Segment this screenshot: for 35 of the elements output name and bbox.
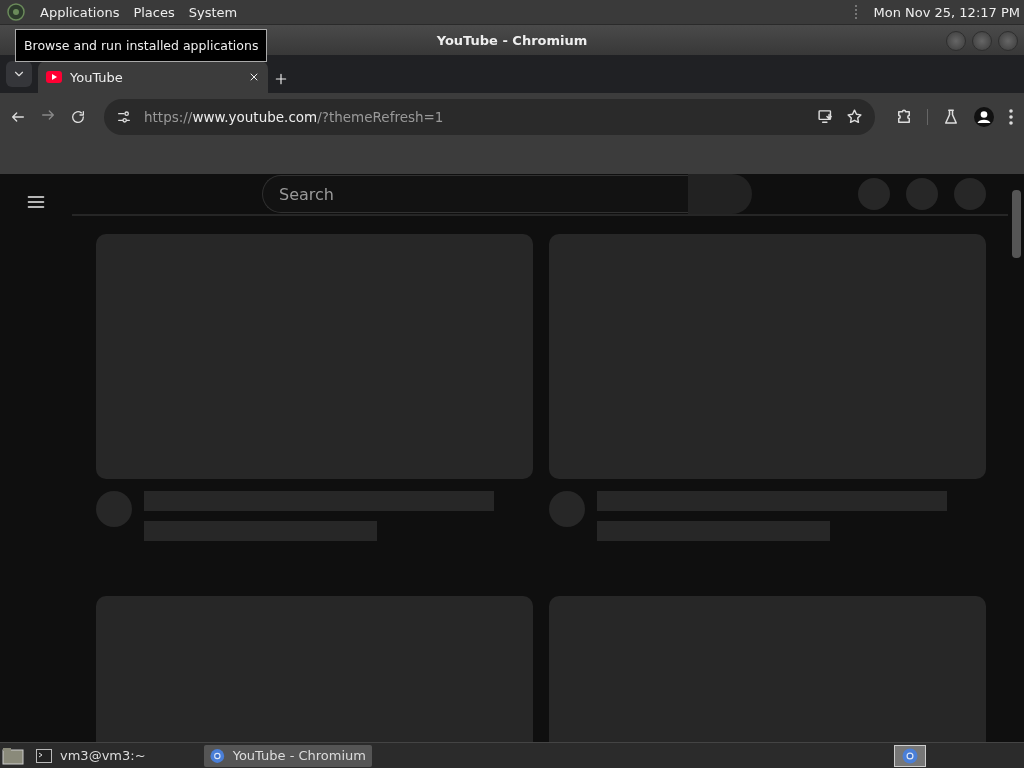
close-icon[interactable]: [248, 71, 260, 83]
url-text: https://www.youtube.com/?themeRefresh=1: [144, 108, 445, 125]
address-bar[interactable]: https://www.youtube.com/?themeRefresh=1: [104, 98, 875, 135]
plus-icon[interactable]: [274, 72, 288, 86]
terminal-icon: [36, 748, 52, 763]
browser-icon: [210, 747, 225, 764]
browser-icon: [902, 747, 918, 764]
tab-search-button[interactable]: [6, 61, 32, 87]
install-app-icon[interactable]: [817, 108, 834, 125]
panel-menu[interactable]: Places: [133, 4, 175, 20]
window-title: YouTube - Chromium: [436, 32, 588, 48]
icon-placeholder: [906, 178, 938, 210]
panel-menu[interactable]: Applications: [40, 4, 120, 20]
profile-icon[interactable]: [974, 106, 994, 127]
tray-browser-button[interactable]: [894, 744, 926, 767]
more-menu-icon[interactable]: [1008, 107, 1014, 126]
video-logo-icon: [46, 71, 62, 83]
menu-logo-icon[interactable]: [4, 2, 26, 22]
taskbar-button[interactable]: vm3@vm3:~: [30, 744, 198, 767]
clock[interactable]: Mon Nov 25, 12:17 PM: [873, 4, 1020, 20]
tooltip: Browse and run installed applications: [15, 29, 268, 62]
extensions-icon[interactable]: [895, 107, 913, 126]
panel-menu[interactable]: System: [188, 4, 238, 20]
bookmark-star-icon[interactable]: [846, 108, 863, 125]
icon-placeholder: [954, 178, 986, 210]
reload-icon[interactable]: [70, 108, 86, 125]
site-settings-icon[interactable]: [116, 108, 132, 125]
avatar-placeholder: [549, 491, 585, 527]
search-field[interactable]: Search: [262, 175, 688, 213]
show-desktop-icon[interactable]: [2, 746, 24, 765]
taskbar-button[interactable]: YouTube - Chromium: [204, 744, 372, 767]
flask-icon[interactable]: [942, 107, 960, 126]
avatar-placeholder: [96, 491, 132, 527]
icon-placeholder: [858, 178, 890, 210]
browser-tab[interactable]: YouTube: [38, 61, 268, 93]
